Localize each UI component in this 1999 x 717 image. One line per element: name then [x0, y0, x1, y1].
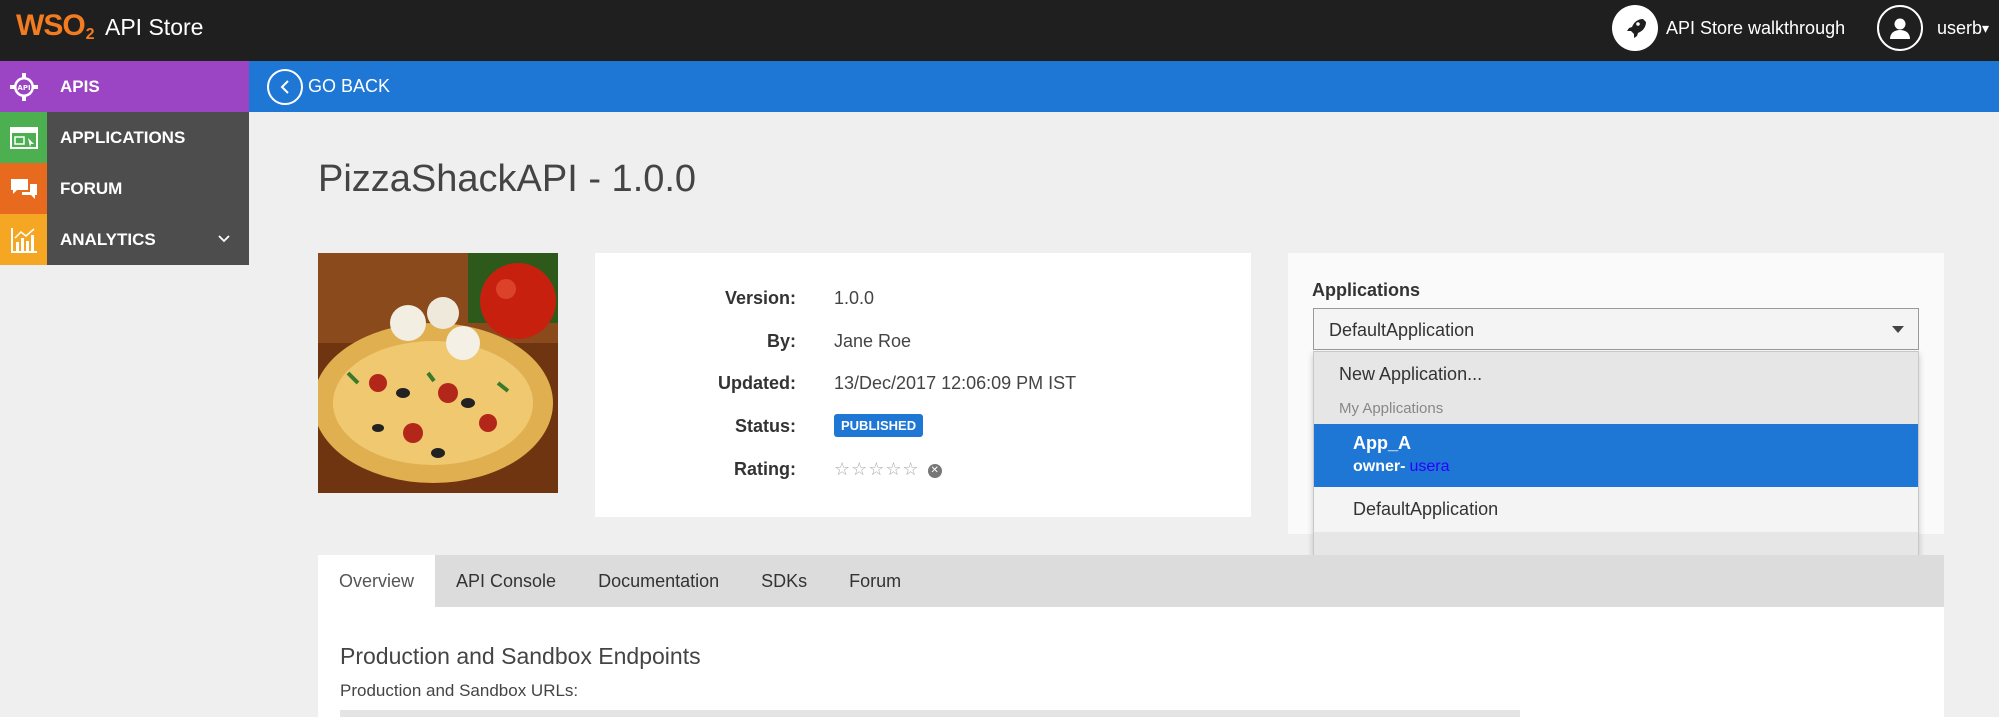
application-select[interactable]: DefaultApplication	[1313, 308, 1919, 350]
by-value: Jane Roe	[834, 331, 912, 351]
chevron-down-icon: ▾	[1982, 19, 1990, 36]
status-badge: PUBLISHED	[834, 414, 924, 437]
caret-down-icon	[1892, 326, 1904, 333]
app-title: API Store	[105, 14, 204, 40]
rating-stars[interactable]: ☆☆☆☆☆	[834, 459, 920, 479]
sidebar-item-forum[interactable]: FORUM	[0, 163, 249, 214]
new-application-option[interactable]: New Application...	[1339, 364, 1482, 385]
tab-overview[interactable]: Overview	[318, 555, 436, 607]
updated-label: Updated:	[718, 373, 796, 393]
tab-api-console[interactable]: API Console	[435, 555, 577, 607]
info-row-status: Status: PUBLISHED	[595, 414, 1251, 446]
user-menu[interactable]: userb ▾	[1877, 5, 1989, 51]
sidebar-item-applications[interactable]: APPLICATIONS	[0, 112, 249, 163]
analytics-chart-icon	[0, 214, 47, 265]
rocket-icon	[1612, 5, 1658, 51]
section-title: Production and Sandbox Endpoints	[340, 643, 701, 669]
version-value: 1.0.0	[834, 288, 875, 308]
walkthrough-label: API Store walkthrough	[1666, 17, 1846, 38]
back-arrow-icon[interactable]	[267, 68, 303, 105]
logo-text: WSO	[16, 9, 86, 42]
page-title: PizzaShackAPI - 1.0.0	[318, 158, 697, 200]
sidebar-item-label: ANALYTICS	[60, 229, 156, 249]
endpoint-url-field[interactable]	[340, 710, 1520, 717]
tab-forum[interactable]: Forum	[828, 555, 922, 607]
option-name: App_A	[1353, 433, 1411, 453]
info-row-by: By: Jane Roe	[595, 331, 1251, 361]
application-select-value: DefaultApplication	[1329, 320, 1475, 340]
owner-prefix: owner-	[1353, 458, 1406, 475]
apis-gear-icon: API	[0, 61, 47, 112]
application-option-app-a[interactable]: App_A owner-usera	[1314, 424, 1918, 487]
tab-documentation[interactable]: Documentation	[577, 555, 740, 607]
sidebar-item-label: APPLICATIONS	[60, 127, 186, 147]
user-name: userb	[1937, 17, 1983, 38]
section-subtitle: Production and Sandbox URLs:	[340, 681, 579, 700]
api-thumbnail-image	[318, 253, 558, 493]
info-row-updated: Updated: 13/Dec/2017 12:06:09 PM IST	[595, 373, 1251, 403]
tab-content: Production and Sandbox Endpoints Product…	[318, 607, 1944, 717]
tab-sdks[interactable]: SDKs	[740, 555, 828, 607]
info-row-version: Version: 1.0.0	[595, 288, 1251, 318]
applications-label: Applications	[1312, 280, 1421, 300]
sidebar-item-apis[interactable]: API APIS	[0, 61, 249, 112]
application-option-default[interactable]: DefaultApplication	[1314, 487, 1918, 532]
status-label: Status:	[734, 416, 796, 436]
owner-name: usera	[1409, 458, 1450, 475]
logo-subscript: 2	[85, 26, 95, 43]
go-back-bar: GO BACK	[249, 61, 1999, 112]
wso2-logo[interactable]: WSO 2	[16, 8, 95, 44]
sidebar: API APIS APPLICATIONS FORUM ANALYTICS	[0, 61, 249, 265]
sidebar-item-analytics[interactable]: ANALYTICS	[0, 214, 249, 265]
forum-chat-icon	[0, 163, 47, 214]
my-applications-group-label: My Applications	[1339, 400, 1444, 417]
go-back-button[interactable]: GO BACK	[308, 76, 390, 97]
user-avatar-icon	[1877, 5, 1923, 51]
sidebar-item-label: APIS	[60, 76, 100, 96]
top-bar: WSO 2 API Store API Store walkthrough us…	[0, 0, 1999, 61]
option-name: DefaultApplication	[1353, 499, 1499, 519]
rating-label: Rating:	[734, 459, 796, 479]
by-label: By:	[766, 331, 796, 351]
sidebar-item-label: FORUM	[60, 178, 123, 198]
option-owner: owner-usera	[1353, 458, 1449, 476]
chevron-down-icon[interactable]	[217, 231, 231, 251]
walkthrough-button[interactable]: API Store walkthrough	[1612, 5, 1845, 51]
svg-text:API: API	[17, 84, 30, 92]
api-tabs: Overview API Console Documentation SDKs …	[318, 555, 1944, 607]
api-info-card: Version: 1.0.0 By: Jane Roe Updated: 13/…	[595, 253, 1251, 517]
updated-value: 13/Dec/2017 12:06:09 PM IST	[834, 373, 1077, 393]
clear-rating-icon[interactable]: ✕	[927, 464, 942, 478]
info-row-rating: Rating: ☆☆☆☆☆ ✕	[595, 459, 1251, 489]
applications-window-icon	[0, 112, 47, 163]
version-label: Version:	[724, 288, 796, 308]
